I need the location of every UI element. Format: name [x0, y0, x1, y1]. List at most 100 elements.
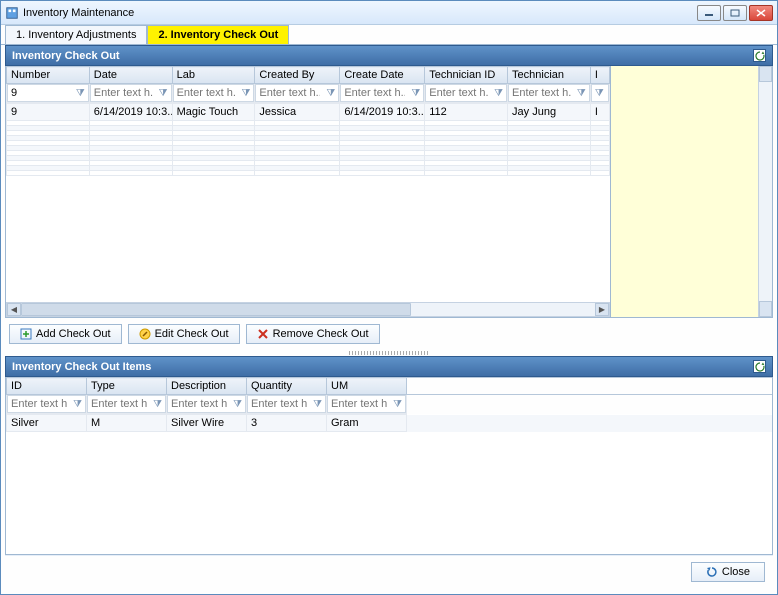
close-window-button[interactable]: [749, 5, 773, 21]
content: Inventory Check Out Number Date Lab Crea…: [1, 45, 777, 594]
filter-description-input[interactable]: [168, 398, 230, 410]
col-date[interactable]: Date: [89, 67, 172, 84]
col-technician-id[interactable]: Technician ID: [425, 67, 508, 84]
col-description[interactable]: Description: [167, 378, 247, 395]
scroll-left-arrow[interactable]: ◀: [7, 303, 21, 316]
checkout-group-header: Inventory Check Out: [5, 45, 773, 66]
filter-icon[interactable]: ⧩: [70, 399, 85, 410]
cell-description: Silver Wire: [167, 415, 247, 432]
scroll-right-arrow[interactable]: ▶: [595, 303, 609, 316]
checkout-grid-header: Number Date Lab Created By Create Date T…: [6, 66, 610, 103]
cell-type: M: [87, 415, 167, 432]
filter-icon[interactable]: ⧩: [408, 88, 423, 99]
filter-id-input[interactable]: [8, 398, 70, 410]
close-button-label: Close: [722, 566, 750, 578]
col-created-by[interactable]: Created By: [255, 67, 340, 84]
filter-quantity-input[interactable]: [248, 398, 310, 410]
filter-icon[interactable]: ⧩: [323, 88, 338, 99]
cell-quantity: 3: [247, 415, 327, 432]
checkout-row[interactable]: 9 6/14/2019 10:3... Magic Touch Jessica …: [7, 104, 610, 121]
cell-create-date: 6/14/2019 10:3...: [340, 104, 425, 121]
cell-date: 6/14/2019 10:3...: [89, 104, 172, 121]
items-row[interactable]: Silver M Silver Wire 3 Gram: [7, 415, 773, 432]
filter-icon[interactable]: ⧩: [491, 88, 506, 99]
edit-icon: [139, 328, 151, 340]
refresh-icon[interactable]: [753, 360, 766, 373]
filter-icon[interactable]: ⧩: [73, 88, 88, 99]
col-extra[interactable]: I: [590, 67, 609, 84]
col-create-date[interactable]: Create Date: [340, 67, 425, 84]
filter-technician-input[interactable]: [509, 87, 574, 99]
window-title: Inventory Maintenance: [23, 7, 697, 19]
side-preview-panel: [610, 66, 772, 317]
delete-icon: [257, 328, 269, 340]
window-buttons: [697, 5, 773, 21]
add-checkout-label: Add Check Out: [36, 328, 111, 340]
side-vscroll[interactable]: [758, 66, 772, 317]
cell-extra: I: [590, 104, 609, 121]
tab-inventory-check-out[interactable]: 2. Inventory Check Out: [147, 25, 289, 44]
tab-inventory-adjustments[interactable]: 1. Inventory Adjustments: [5, 25, 147, 44]
cell-created-by: Jessica: [255, 104, 340, 121]
maximize-button[interactable]: [723, 5, 747, 21]
col-technician[interactable]: Technician: [508, 67, 591, 84]
undo-icon: [706, 566, 718, 578]
items-group-header: Inventory Check Out Items: [5, 356, 773, 377]
scroll-thumb[interactable]: [21, 303, 411, 316]
close-button[interactable]: Close: [691, 562, 765, 582]
edit-checkout-label: Edit Check Out: [155, 328, 229, 340]
checkout-upper-pane: Number Date Lab Created By Create Date T…: [5, 66, 773, 318]
items-pane: ID Type Description Quantity UM ⧩ ⧩ ⧩ ⧩ …: [5, 377, 773, 555]
cell-lab: Magic Touch: [172, 104, 255, 121]
checkout-hscroll[interactable]: ◀ ▶: [6, 302, 610, 317]
filter-createdby-input[interactable]: [256, 87, 323, 99]
footer: Close: [5, 555, 773, 590]
plus-icon: [20, 328, 32, 340]
items-filter-row: ⧩ ⧩ ⧩ ⧩ ⧩: [7, 395, 773, 414]
cell-tech-id: 112: [425, 104, 508, 121]
cell-number: 9: [7, 104, 90, 121]
tabs: 1. Inventory Adjustments 2. Inventory Ch…: [1, 25, 777, 45]
checkout-button-row: Add Check Out Edit Check Out Remove Chec…: [5, 318, 773, 350]
refresh-icon[interactable]: [753, 49, 766, 62]
filter-lab-input[interactable]: [174, 87, 239, 99]
checkout-filter-row: ⧩ ⧩ ⧩ ⧩ ⧩ ⧩ ⧩ ⧩: [7, 84, 610, 103]
checkout-grid: Number Date Lab Created By Create Date T…: [6, 66, 610, 317]
col-um[interactable]: UM: [327, 378, 407, 395]
filter-icon[interactable]: ⧩: [592, 88, 607, 99]
checkout-group-title: Inventory Check Out: [12, 50, 120, 62]
minimize-button[interactable]: [697, 5, 721, 21]
filter-um-input[interactable]: [328, 398, 390, 410]
add-checkout-button[interactable]: Add Check Out: [9, 324, 122, 344]
filter-icon[interactable]: ⧩: [230, 399, 245, 410]
edit-checkout-button[interactable]: Edit Check Out: [128, 324, 240, 344]
cell-id: Silver: [7, 415, 87, 432]
remove-checkout-button[interactable]: Remove Check Out: [246, 324, 380, 344]
app-icon: [5, 6, 19, 20]
titlebar: Inventory Maintenance: [1, 1, 777, 25]
filter-date-input[interactable]: [91, 87, 156, 99]
filter-techid-input[interactable]: [426, 87, 491, 99]
filter-type-input[interactable]: [88, 398, 150, 410]
remove-checkout-label: Remove Check Out: [273, 328, 369, 340]
cell-technician: Jay Jung: [508, 104, 591, 121]
filter-icon[interactable]: ⧩: [238, 88, 253, 99]
filter-icon[interactable]: ⧩: [390, 399, 405, 410]
cell-um: Gram: [327, 415, 407, 432]
items-grid-body: Silver M Silver Wire 3 Gram: [6, 414, 772, 554]
filter-number-input[interactable]: [8, 87, 73, 99]
col-number[interactable]: Number: [7, 67, 90, 84]
filter-icon[interactable]: ⧩: [310, 399, 325, 410]
col-id[interactable]: ID: [7, 378, 87, 395]
col-lab[interactable]: Lab: [172, 67, 255, 84]
col-quantity[interactable]: Quantity: [247, 378, 327, 395]
window: Inventory Maintenance 1. Inventory Adjus…: [0, 0, 778, 595]
filter-icon[interactable]: ⧩: [156, 88, 171, 99]
col-type[interactable]: Type: [87, 378, 167, 395]
items-grid-header: ID Type Description Quantity UM ⧩ ⧩ ⧩ ⧩ …: [6, 377, 772, 414]
checkout-grid-body: 9 6/14/2019 10:3... Magic Touch Jessica …: [6, 103, 610, 302]
items-group-title: Inventory Check Out Items: [12, 361, 151, 373]
filter-icon[interactable]: ⧩: [574, 88, 589, 99]
filter-icon[interactable]: ⧩: [150, 399, 165, 410]
filter-createdate-input[interactable]: [341, 87, 408, 99]
